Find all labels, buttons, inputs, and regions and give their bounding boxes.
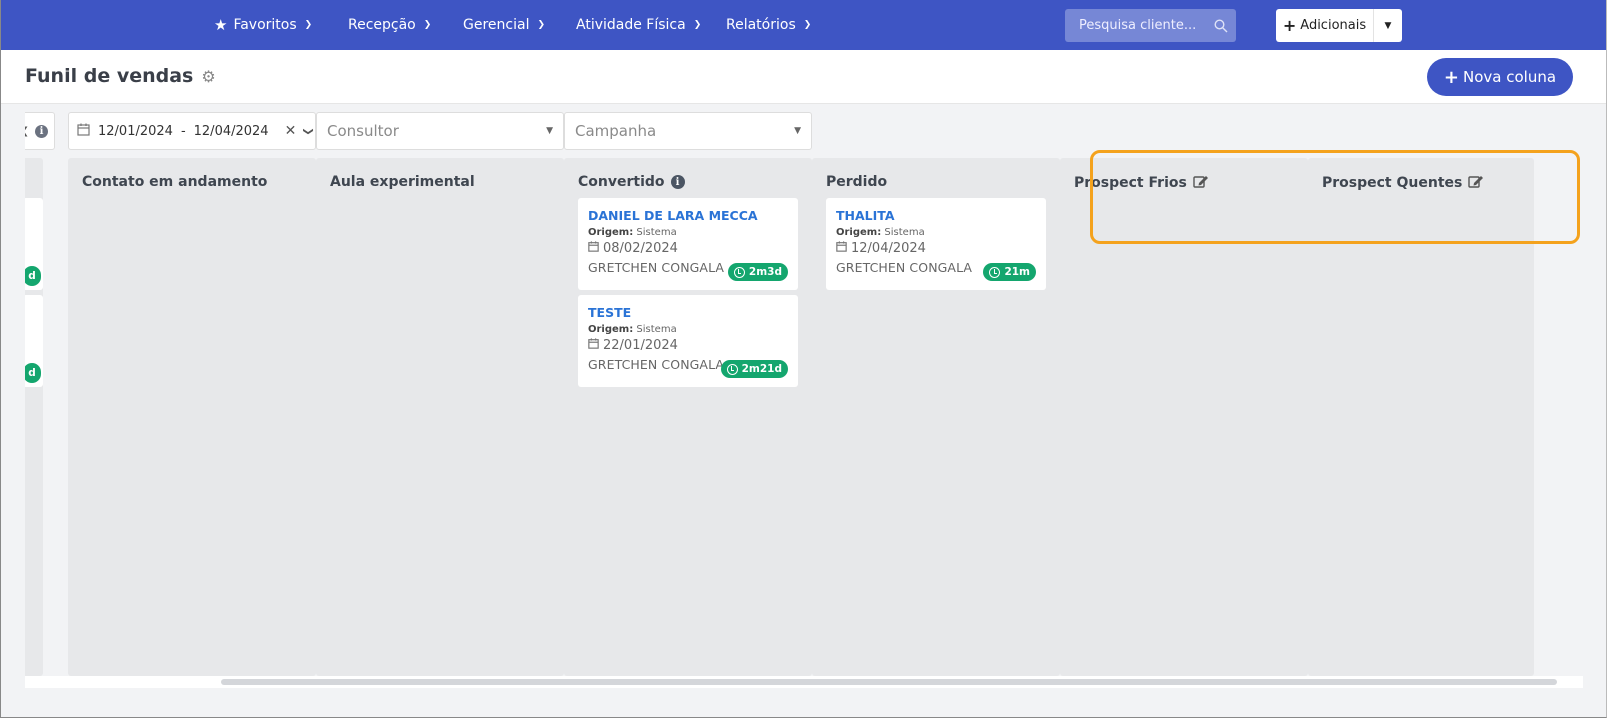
calendar-icon (836, 241, 847, 256)
search-placeholder: Pesquisa cliente... (1079, 18, 1197, 33)
chevron-down-icon: ❯ (803, 20, 812, 30)
caret-down-icon: ▼ (546, 126, 553, 136)
time-badge: 2m21d (720, 360, 788, 378)
lead-card[interactable]: DANIEL DE LARA MECCA Origem: Sistema 08/… (578, 198, 798, 290)
kanban-column-aula: Aula experimental (316, 158, 564, 676)
date-separator: - (180, 123, 186, 139)
lead-origin: Origem: Sistema (588, 227, 677, 238)
date-start[interactable]: 12/01/2024 (98, 124, 173, 139)
nav-gerencial[interactable]: Gerencial ❯ (463, 0, 545, 50)
nav-label: Recepção (348, 17, 416, 33)
nav-atividade-fisica[interactable]: Atividade Física ❯ (576, 0, 701, 50)
lead-card[interactable]: TESTE Origem: Sistema 22/01/2024 GRETCHE… (578, 295, 798, 387)
scrollbar-thumb[interactable] (221, 679, 1557, 685)
horizontal-scrollbar[interactable] (25, 676, 1583, 688)
caret-down-icon: ▼ (794, 126, 801, 136)
new-column-button[interactable]: + Nova coluna (1427, 58, 1573, 96)
nav-favoritos[interactable]: ★ Favoritos ❯ (214, 0, 312, 50)
nav-recepcao[interactable]: Recepção ❯ (348, 0, 431, 50)
filter-stub[interactable]: ❮ i (25, 112, 55, 150)
nav-label: Favoritos (233, 17, 297, 33)
chevron-down-icon: ❯ (304, 20, 313, 30)
page-title: Funil de vendas ⚙ (25, 65, 216, 87)
consultor-select[interactable]: Consultor ▼ (316, 112, 564, 150)
column-title-text: Contato em andamento (82, 174, 268, 190)
date-end[interactable]: 12/04/2024 (194, 124, 269, 139)
adicionais-main[interactable]: + Adicionais (1276, 9, 1374, 42)
lead-name[interactable]: DANIEL DE LARA MECCA (588, 208, 788, 223)
window-edge (1607, 0, 1617, 718)
column-title: Convertido i (578, 174, 685, 190)
chevron-down-icon: ❯ (423, 20, 432, 30)
info-icon[interactable]: i (670, 175, 685, 189)
clock-icon (733, 266, 745, 278)
clock-icon (726, 363, 738, 375)
column-title-text: Convertido (578, 174, 665, 190)
clear-icon[interactable]: ✕ (285, 123, 297, 139)
column-title: Perdido (826, 174, 887, 190)
caret-down-icon[interactable]: ▼ (1374, 21, 1402, 31)
column-title: Aula experimental (330, 174, 475, 190)
chevron-left-icon[interactable]: ❮ (25, 126, 29, 137)
adicionais-label: Adicionais (1300, 18, 1367, 33)
filter-bar: ❮ i 12/01/2024 - 12/04/2024 ✕ ❯ Consulto… (25, 112, 1583, 152)
column-title: Contato em andamento (82, 174, 267, 190)
time-badge: d (25, 266, 41, 286)
consultor-placeholder: Consultor (327, 122, 399, 140)
adicionais-button[interactable]: + Adicionais ▼ (1276, 9, 1402, 42)
lead-name[interactable]: TESTE (588, 305, 788, 320)
calendar-icon (77, 123, 90, 140)
chevron-down-icon: ❯ (537, 20, 545, 30)
calendar-icon (588, 241, 599, 256)
chevron-down-icon: ❯ (693, 20, 702, 30)
info-icon: i (35, 124, 48, 138)
lead-name[interactable]: THALITA (836, 208, 1036, 223)
lead-card[interactable]: THALITA Origem: Sistema 12/04/2024 GRETC… (826, 198, 1046, 290)
page-header: Funil de vendas ⚙ + Nova coluna (1, 50, 1606, 104)
time-badge: 21m (983, 263, 1036, 281)
lead-date: 08/02/2024 (588, 241, 788, 256)
new-column-label: Nova coluna (1463, 68, 1557, 86)
time-badge: d (25, 363, 41, 383)
search-icon[interactable] (1206, 18, 1236, 33)
kanban-column-partial: d d (25, 158, 43, 676)
lead-origin: Origem: Sistema (588, 324, 677, 335)
kanban-column-convertido: Convertido i DANIEL DE LARA MECCA Origem… (564, 158, 812, 676)
app-window: ★ Favoritos ❯ Recepção ❯ Gerencial ❯ Ati… (0, 0, 1607, 718)
top-navbar: ★ Favoritos ❯ Recepção ❯ Gerencial ❯ Ati… (1, 0, 1606, 50)
lead-date: 22/01/2024 (588, 338, 788, 353)
clock-icon (989, 266, 1001, 278)
column-title-text: Aula experimental (330, 174, 475, 190)
date-range-filter[interactable]: 12/01/2024 - 12/04/2024 ✕ ❯ (68, 112, 316, 150)
nav-relatorios[interactable]: Relatórios ❯ (726, 0, 811, 50)
highlight-annotation (1090, 150, 1580, 244)
plus-icon: + (1443, 66, 1460, 88)
plus-icon: + (1282, 16, 1297, 35)
campanha-placeholder: Campanha (575, 122, 657, 140)
lead-card-partial[interactable]: d (25, 198, 43, 290)
client-search-input[interactable]: Pesquisa cliente... (1065, 9, 1236, 42)
lead-origin: Origem: Sistema (836, 227, 925, 238)
time-badge: 2m3d (727, 263, 788, 281)
lead-card-partial[interactable]: d (25, 295, 43, 387)
nav-label: Atividade Física (576, 17, 686, 33)
nav-label: Relatórios (726, 17, 796, 33)
column-title-text: Perdido (826, 174, 888, 190)
lead-date: 12/04/2024 (836, 241, 1036, 256)
nav-label: Gerencial (463, 17, 530, 33)
kanban-column-contato: Contato em andamento (68, 158, 316, 676)
star-icon: ★ (214, 16, 228, 34)
campanha-select[interactable]: Campanha ▼ (564, 112, 812, 150)
gear-icon[interactable]: ⚙ (201, 67, 215, 86)
chevron-down-icon[interactable]: ❯ (303, 127, 314, 135)
kanban-column-perdido: Perdido THALITA Origem: Sistema 12/04/20… (812, 158, 1060, 676)
page-title-text: Funil de vendas (25, 65, 194, 87)
calendar-icon (588, 338, 599, 353)
